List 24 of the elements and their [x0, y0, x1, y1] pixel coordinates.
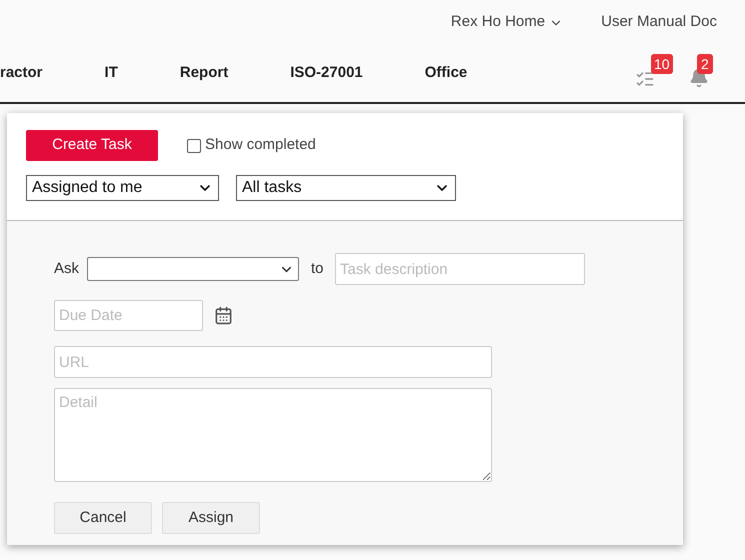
top-link[interactable]: User Manual Doc	[601, 11, 717, 34]
assignee-dropdown[interactable]	[87, 257, 299, 281]
form-button[interactable]: Assign	[162, 502, 260, 534]
filter-dropdown[interactable]: All tasks	[236, 175, 456, 201]
form-button[interactable]: Cancel	[54, 502, 152, 534]
nav-tab[interactable]: IT	[104, 62, 118, 85]
nav-tab[interactable]: Report	[180, 62, 228, 85]
detail-field[interactable]: Detail	[54, 388, 492, 482]
task-count-badge: 10	[651, 54, 673, 74]
to-label: to	[311, 258, 325, 279]
url-field[interactable]: URL	[54, 346, 492, 378]
calendar-icon[interactable]	[214, 306, 233, 325]
nav-tab[interactable]: ISO-27001	[290, 62, 363, 85]
task-description-field[interactable]: Task description	[335, 253, 585, 285]
ask-label: Ask	[54, 258, 80, 279]
due-date-field[interactable]: Due Date	[54, 300, 203, 331]
notification-badge: 2	[697, 54, 713, 74]
nav-tab[interactable]: Office	[424, 62, 468, 85]
top-link[interactable]: Rex Ho Home	[450, 11, 564, 34]
nav-tab[interactable]: ractor	[0, 62, 43, 85]
show-completed-label: Show completed	[205, 135, 316, 156]
show-completed-checkbox[interactable]	[187, 138, 201, 152]
create-task-button[interactable]: Create Task	[26, 130, 158, 161]
filter-dropdown[interactable]: Assigned to me	[26, 175, 219, 201]
